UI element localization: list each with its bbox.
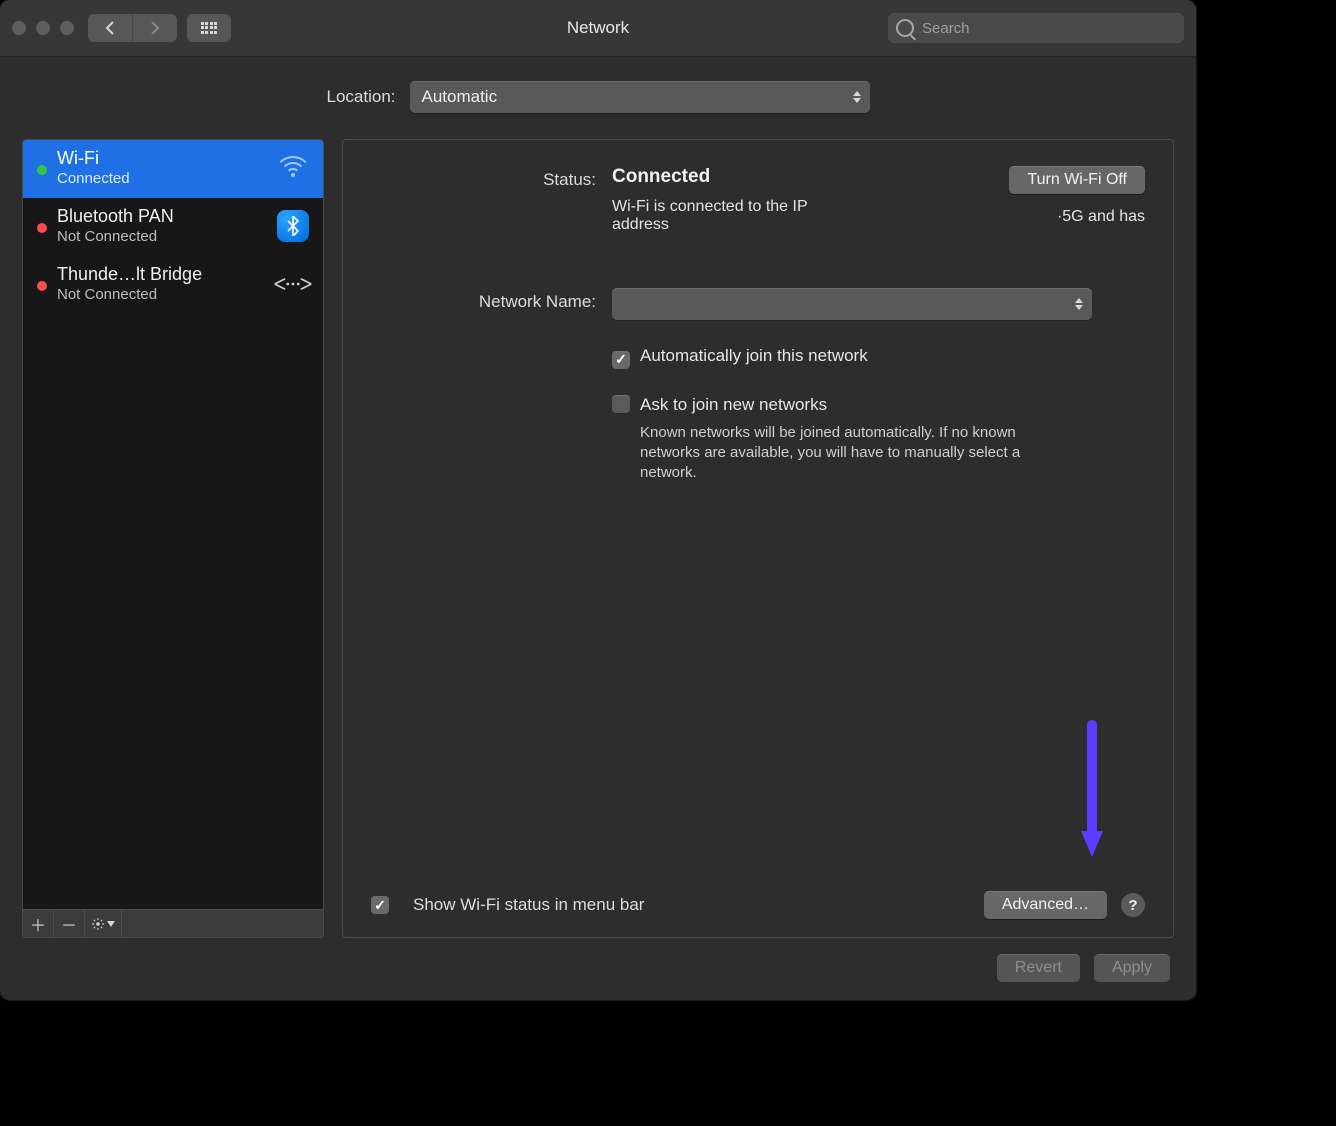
auto-join-checkbox[interactable] <box>612 351 630 369</box>
zoom-window-icon[interactable] <box>60 21 74 35</box>
grid-icon <box>201 22 217 34</box>
interface-name: Wi-Fi <box>57 148 263 169</box>
apply-button[interactable]: Apply <box>1094 954 1170 982</box>
content-area: Location: Automatic Wi-Fi Connected <box>0 57 1196 1000</box>
detail-bottom-row: Show Wi-Fi status in menu bar Advanced… … <box>371 891 1145 919</box>
interface-status: Connected <box>57 170 263 187</box>
network-prefs-window: Network Location: Automatic Wi-Fi <box>0 0 1196 1000</box>
toolbar: Network <box>0 0 1196 57</box>
thunderbolt-bridge-icon <box>273 272 313 296</box>
auto-join-checkbox-row[interactable]: Automatically join this network <box>612 346 1145 369</box>
chevron-up-down-icon <box>1068 290 1090 318</box>
close-window-icon[interactable] <box>12 21 26 35</box>
interface-status: Not Connected <box>57 286 263 303</box>
toggle-wifi-button[interactable]: Turn Wi-Fi Off <box>1009 166 1145 194</box>
interface-name: Bluetooth PAN <box>57 206 263 227</box>
chevron-up-down-icon <box>846 83 868 111</box>
sidebar-footer: ＋ － <box>23 909 323 937</box>
nav-buttons <box>88 14 177 42</box>
location-row: Location: Automatic <box>22 81 1174 113</box>
detail-panel: Status: Connected Wi-Fi is connected to … <box>342 139 1174 938</box>
footer-bar: Revert Apply <box>22 938 1174 982</box>
auto-join-label: Automatically join this network <box>640 346 868 365</box>
show-status-label: Show Wi-Fi status in menu bar <box>413 895 970 915</box>
forward-button[interactable] <box>133 14 177 42</box>
bluetooth-icon <box>273 210 313 242</box>
location-label: Location: <box>327 87 396 107</box>
network-name-label: Network Name: <box>371 288 612 320</box>
interface-status: Not Connected <box>57 228 263 245</box>
show-status-checkbox[interactable] <box>371 896 389 914</box>
remove-interface-button[interactable]: － <box>54 910 85 937</box>
status-description: Wi-Fi is connected to the IP address <box>612 198 842 234</box>
ask-join-checkbox-row[interactable]: Ask to join new networks <box>612 395 1145 415</box>
help-button[interactable]: ? <box>1121 893 1145 917</box>
status-row: Status: Connected Wi-Fi is connected to … <box>371 166 1145 234</box>
ask-join-label: Ask to join new networks <box>640 395 827 414</box>
search-icon <box>896 19 914 37</box>
interface-sidebar: Wi-Fi Connected Bluetooth PAN Not Connec… <box>22 139 324 938</box>
network-name-select[interactable] <box>612 288 1092 320</box>
status-extra: ·5G and has <box>1017 208 1145 226</box>
back-button[interactable] <box>88 14 133 42</box>
ask-join-checkbox[interactable] <box>612 395 630 413</box>
interface-item-thunderbolt[interactable]: Thunde…lt Bridge Not Connected <box>23 256 323 314</box>
location-select[interactable]: Automatic <box>410 81 870 113</box>
ask-join-description: Known networks will be joined automatica… <box>640 423 1070 484</box>
show-all-button[interactable] <box>187 14 231 42</box>
add-interface-button[interactable]: ＋ <box>23 910 54 937</box>
interface-name: Thunde…lt Bridge <box>57 264 263 285</box>
minimize-window-icon[interactable] <box>36 21 50 35</box>
status-dot-icon <box>37 223 47 233</box>
interface-item-bluetooth[interactable]: Bluetooth PAN Not Connected <box>23 198 323 256</box>
network-name-row: Network Name: <box>371 288 1145 320</box>
interface-actions-button[interactable] <box>85 910 122 937</box>
advanced-button[interactable]: Advanced… <box>984 891 1107 919</box>
revert-button[interactable]: Revert <box>997 954 1080 982</box>
status-dot-icon <box>37 165 47 175</box>
status-label: Status: <box>371 166 612 234</box>
status-dot-icon <box>37 281 47 291</box>
location-value: Automatic <box>422 87 498 107</box>
search-field[interactable] <box>888 13 1184 43</box>
status-value: Connected <box>612 166 842 188</box>
search-input[interactable] <box>920 19 1176 38</box>
traffic-lights <box>12 21 74 35</box>
interface-list: Wi-Fi Connected Bluetooth PAN Not Connec… <box>23 140 323 909</box>
wifi-icon <box>273 156 313 180</box>
interface-item-wifi[interactable]: Wi-Fi Connected <box>23 140 323 198</box>
